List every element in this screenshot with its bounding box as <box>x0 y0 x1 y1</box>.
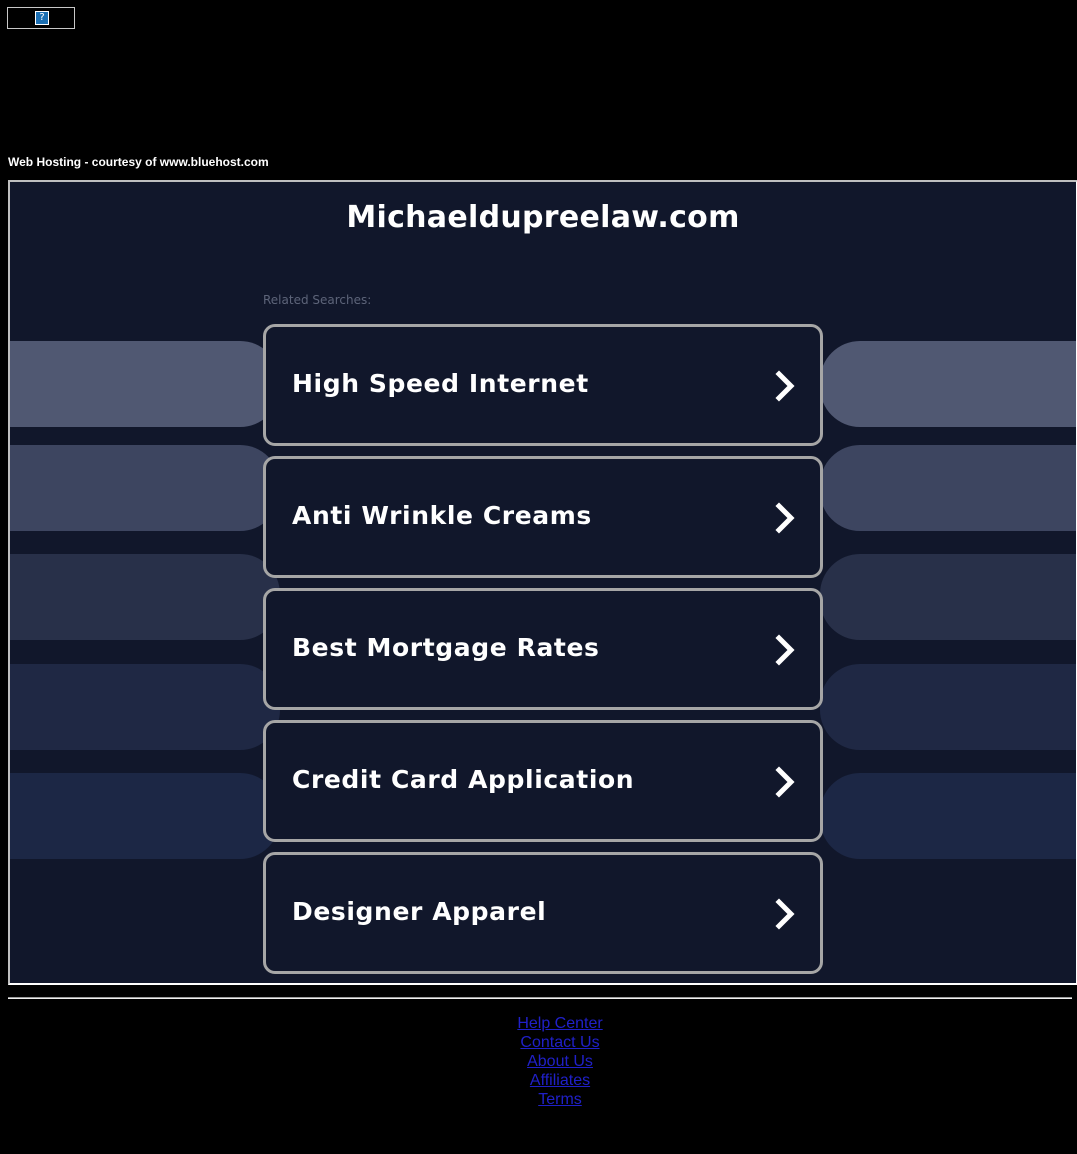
chevron-right-icon <box>775 370 795 402</box>
search-link-best-mortgage-rates[interactable]: Best Mortgage Rates <box>263 588 823 710</box>
decorative-pill <box>820 554 1076 640</box>
footer-divider <box>8 997 1072 999</box>
chevron-right-icon <box>775 898 795 930</box>
chevron-right-icon <box>775 766 795 798</box>
decorative-pill <box>10 554 280 640</box>
top-banner[interactable]: ? <box>7 7 75 29</box>
chevron-right-icon <box>775 634 795 666</box>
decorative-pill <box>820 664 1076 750</box>
search-link-label: Best Mortgage Rates <box>292 633 600 662</box>
related-searches-label: Related Searches: <box>263 293 372 307</box>
parked-domain-frame: Michaeldupreelaw.com Related Searches: H… <box>8 180 1077 985</box>
chevron-right-icon <box>775 502 795 534</box>
search-link-credit-card-application[interactable]: Credit Card Application <box>263 720 823 842</box>
decorative-pill <box>10 773 280 859</box>
footer-link-about-us[interactable]: About Us <box>0 1052 1077 1071</box>
footer-link-affiliates[interactable]: Affiliates <box>0 1071 1077 1090</box>
decorative-pill <box>820 445 1076 531</box>
search-link-designer-apparel[interactable]: Designer Apparel <box>263 852 823 974</box>
search-link-high-speed-internet[interactable]: High Speed Internet <box>263 324 823 446</box>
decorative-pill <box>10 341 280 427</box>
footer-links: Help Center Contact Us About Us Affiliat… <box>0 1014 1077 1109</box>
hosting-credit: Web Hosting - courtesy of www.bluehost.c… <box>8 155 269 169</box>
search-link-anti-wrinkle-creams[interactable]: Anti Wrinkle Creams <box>263 456 823 578</box>
search-link-label: Anti Wrinkle Creams <box>292 501 592 530</box>
footer-link-help-center[interactable]: Help Center <box>0 1014 1077 1033</box>
broken-image-icon[interactable]: ? <box>35 11 49 25</box>
search-link-label: Credit Card Application <box>292 765 635 794</box>
search-link-label: Designer Apparel <box>292 897 547 926</box>
search-link-label: High Speed Internet <box>292 369 589 398</box>
footer-link-contact-us[interactable]: Contact Us <box>0 1033 1077 1052</box>
decorative-pill <box>820 341 1076 427</box>
decorative-pill <box>10 445 280 531</box>
decorative-pill <box>10 664 280 750</box>
domain-title: Michaeldupreelaw.com <box>346 200 740 235</box>
footer-link-terms[interactable]: Terms <box>0 1090 1077 1109</box>
decorative-pill <box>820 773 1076 859</box>
